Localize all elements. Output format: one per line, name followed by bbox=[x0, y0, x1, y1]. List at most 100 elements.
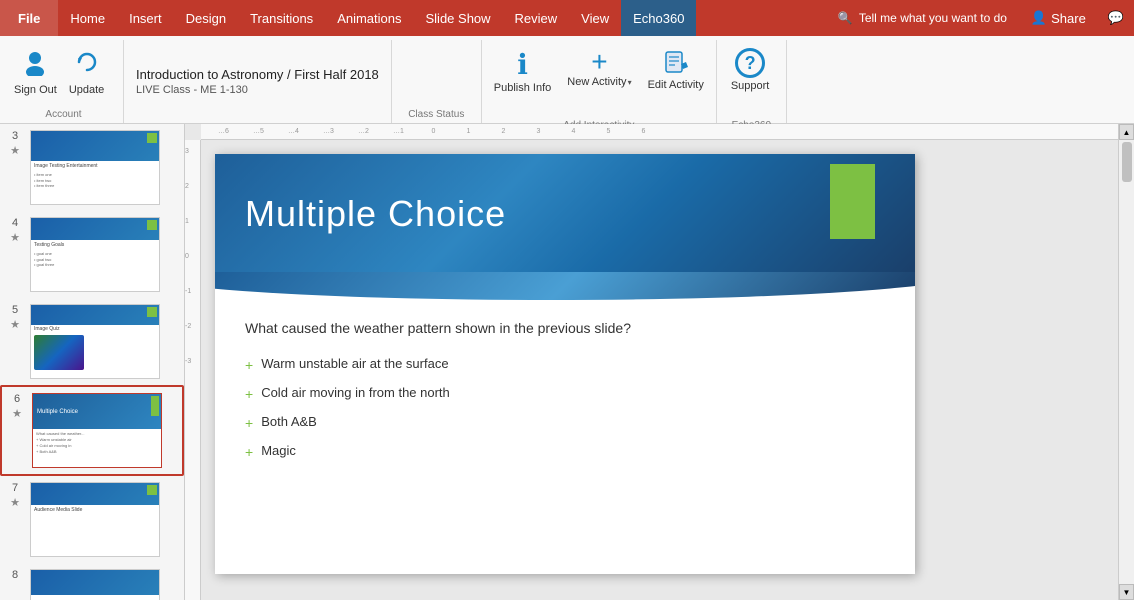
slide-3-thumbnail: Image Testing Entertainment • item one• … bbox=[30, 130, 160, 205]
slide-body: What caused the weather pattern shown in… bbox=[215, 300, 915, 492]
answer-bullet-1: + bbox=[245, 357, 253, 373]
vertical-scrollbar[interactable]: ▲ ▼ bbox=[1118, 124, 1134, 600]
slide-6-num-col: 6 ★ bbox=[6, 393, 28, 420]
echo360-group: ? Support Echo360 bbox=[717, 40, 787, 123]
scroll-down-button[interactable]: ▼ bbox=[1119, 584, 1134, 600]
slide-3-number: 3 bbox=[12, 130, 18, 142]
menu-file[interactable]: File bbox=[0, 0, 58, 36]
tell-me-box[interactable]: 🔍 Tell me what you want to do bbox=[826, 11, 1019, 25]
answer-text-3: Both A&B bbox=[261, 414, 317, 429]
slide-8-number: 8 bbox=[12, 569, 18, 581]
account-group: Sign Out Update bbox=[4, 40, 123, 109]
menu-home[interactable]: Home bbox=[58, 0, 117, 36]
slide-3-star: ★ bbox=[10, 144, 20, 157]
slide-3-num-col: 3 ★ bbox=[4, 130, 26, 157]
slide-thumb-8[interactable]: 8 ★ bbox=[0, 563, 184, 600]
share-button[interactable]: 👤 Share bbox=[1019, 10, 1098, 26]
slide-8-thumbnail bbox=[30, 569, 160, 600]
answer-bullet-4: + bbox=[245, 444, 253, 460]
menu-transitions[interactable]: Transitions bbox=[238, 0, 325, 36]
menu-bar: File Home Insert Design Transitions Anim… bbox=[0, 0, 1134, 36]
new-activity-icon: + bbox=[591, 48, 607, 76]
slide-question: What caused the weather pattern shown in… bbox=[245, 320, 885, 336]
sign-out-button[interactable]: Sign Out bbox=[10, 44, 61, 100]
edit-activity-icon bbox=[662, 48, 690, 79]
account-section-label: Account bbox=[4, 109, 123, 123]
menu-echo360[interactable]: Echo360 bbox=[621, 0, 696, 36]
support-label: Support bbox=[731, 80, 770, 92]
slide-6-star: ★ bbox=[12, 407, 22, 420]
slide-thumb-5[interactable]: 5 ★ Image Quiz bbox=[0, 298, 184, 385]
new-activity-label: New Activity bbox=[567, 76, 626, 88]
support-button[interactable]: ? Support bbox=[725, 44, 776, 116]
edit-activity-label: Edit Activity bbox=[648, 79, 704, 92]
ribbon: Sign Out Update Account Introduction to … bbox=[0, 36, 1134, 124]
menu-animations[interactable]: Animations bbox=[325, 0, 413, 36]
edit-activity-button[interactable]: Edit Activity bbox=[642, 44, 710, 116]
slide-header: Multiple Choice bbox=[215, 154, 915, 274]
slide-5-star: ★ bbox=[10, 318, 20, 331]
add-interactivity-group: ℹ Publish Info + New Activity ▾ bbox=[482, 40, 717, 123]
slide-4-thumbnail: Testing Goals • goal one• goal two• goal… bbox=[30, 217, 160, 292]
slide-5-number: 5 bbox=[12, 304, 18, 316]
slide-answer-4: + Magic bbox=[245, 443, 885, 460]
publish-info-label: Publish Info bbox=[494, 82, 551, 95]
presentation-info: Introduction to Astronomy / First Half 2… bbox=[124, 40, 392, 123]
answer-bullet-3: + bbox=[245, 415, 253, 431]
slide-list: 3 ★ Image Testing Entertainment • item o… bbox=[0, 124, 184, 600]
menu-review[interactable]: Review bbox=[503, 0, 570, 36]
menu-insert[interactable]: Insert bbox=[117, 0, 174, 36]
publish-info-icon: ℹ bbox=[517, 48, 528, 81]
menu-view[interactable]: View bbox=[569, 0, 621, 36]
tell-me-text: Tell me what you want to do bbox=[859, 11, 1007, 25]
update-button[interactable]: Update bbox=[65, 44, 108, 100]
scroll-track bbox=[1119, 140, 1134, 584]
slide-4-number: 4 bbox=[12, 217, 18, 229]
scroll-up-button[interactable]: ▲ bbox=[1119, 124, 1134, 140]
class-status-area bbox=[392, 40, 481, 109]
new-activity-button[interactable]: + New Activity ▾ bbox=[561, 44, 637, 116]
main-area: 3 ★ Image Testing Entertainment • item o… bbox=[0, 124, 1134, 600]
sign-out-icon bbox=[21, 48, 49, 82]
slide-thumb-6[interactable]: 6 ★ Multiple Choice What caused the weat… bbox=[0, 385, 184, 476]
answer-text-4: Magic bbox=[261, 443, 296, 458]
search-icon: 🔍 bbox=[838, 11, 853, 25]
slide-7-number: 7 bbox=[12, 482, 18, 494]
slide-4-num-col: 4 ★ bbox=[4, 217, 26, 244]
slide-wave bbox=[215, 272, 915, 300]
scroll-thumb[interactable] bbox=[1122, 142, 1132, 182]
slide-8-num-col: 8 ★ bbox=[4, 569, 26, 596]
answer-bullet-2: + bbox=[245, 386, 253, 402]
ruler-top: …6 …5 …4 …3 …2 …1 0 1 2 3 4 5 6 bbox=[201, 124, 1118, 140]
update-icon bbox=[73, 48, 101, 82]
slide-5-thumbnail: Image Quiz bbox=[30, 304, 160, 379]
slide-title: Multiple Choice bbox=[245, 193, 506, 235]
slide-4-star: ★ bbox=[10, 231, 20, 244]
ruler-left: 3 2 1 0 -1 -2 -3 bbox=[185, 140, 201, 600]
slide-7-num-col: 7 ★ bbox=[4, 482, 26, 509]
class-status-label: Class Status bbox=[392, 109, 481, 123]
slide-thumb-3[interactable]: 3 ★ Image Testing Entertainment • item o… bbox=[0, 124, 184, 211]
slide-canvas: Multiple Choice What caused the weather … bbox=[215, 154, 915, 574]
slide-thumb-7[interactable]: 7 ★ Audience Media Slide bbox=[0, 476, 184, 563]
slide-green-rectangle bbox=[830, 164, 875, 239]
slide-6-number: 6 bbox=[14, 393, 20, 405]
slide-thumb-4[interactable]: 4 ★ Testing Goals • goal one• goal two• … bbox=[0, 211, 184, 298]
slide-5-num-col: 5 ★ bbox=[4, 304, 26, 331]
slide-answer-2: + Cold air moving in from the north bbox=[245, 385, 885, 402]
share-label: Share bbox=[1051, 11, 1086, 26]
sign-out-label: Sign Out bbox=[14, 84, 57, 96]
content-area: …6 …5 …4 …3 …2 …1 0 1 2 3 4 5 6 3 2 1 0 bbox=[185, 124, 1134, 600]
menu-design[interactable]: Design bbox=[174, 0, 238, 36]
answer-text-2: Cold air moving in from the north bbox=[261, 385, 450, 400]
slide-panel: 3 ★ Image Testing Entertainment • item o… bbox=[0, 124, 185, 600]
slide-7-star: ★ bbox=[10, 496, 20, 509]
publish-info-button[interactable]: ℹ Publish Info bbox=[488, 44, 557, 116]
menu-slideshow[interactable]: Slide Show bbox=[414, 0, 503, 36]
slide-answer-3: + Both A&B bbox=[245, 414, 885, 431]
comment-button[interactable]: 💬 bbox=[1098, 10, 1134, 26]
share-icon: 👤 bbox=[1031, 10, 1047, 26]
comment-icon: 💬 bbox=[1108, 10, 1124, 25]
answer-text-1: Warm unstable air at the surface bbox=[261, 356, 448, 371]
slide-6-thumbnail: Multiple Choice What caused the weather.… bbox=[32, 393, 162, 468]
